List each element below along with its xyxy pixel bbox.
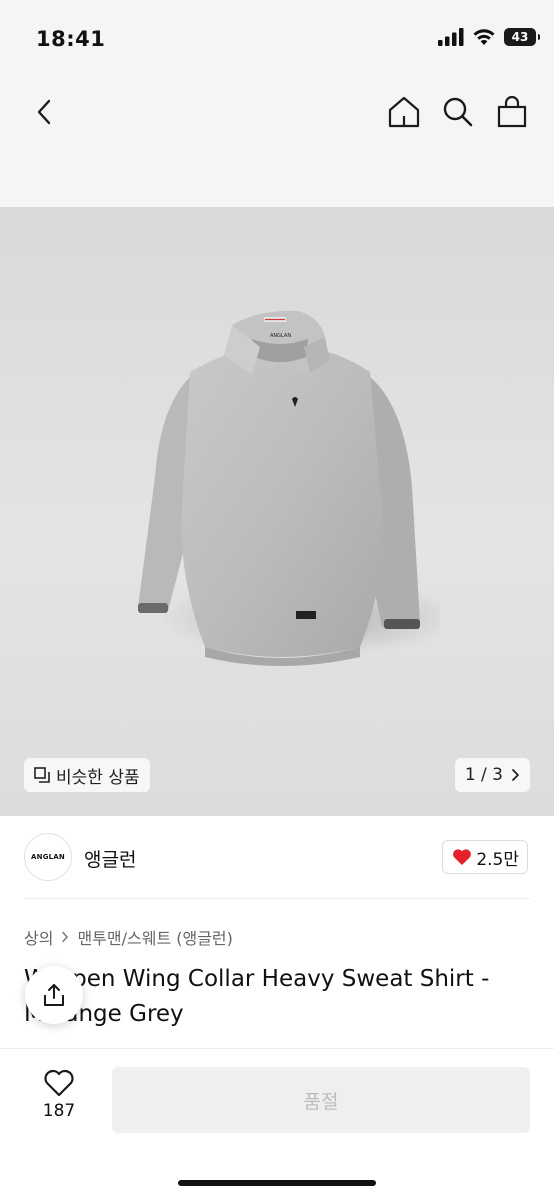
home-button[interactable] <box>384 92 424 132</box>
heart-outline-icon <box>44 1069 74 1097</box>
status-time: 18:41 <box>36 27 106 51</box>
share-icon <box>44 984 64 1006</box>
product-label-text: ANGLAN <box>270 333 291 339</box>
product-title: W Open Wing Collar Heavy Sweat Shirt - M… <box>24 966 490 1027</box>
heart-filled-icon <box>453 849 472 865</box>
battery-indicator: 43 <box>504 28 540 46</box>
sold-out-button[interactable]: 품절 <box>112 1067 530 1133</box>
signal-icon <box>438 28 464 46</box>
divider <box>24 898 530 899</box>
similar-items-label: 비슷한 상품 <box>56 767 140 788</box>
home-indicator <box>178 1180 376 1186</box>
status-icons: 43 <box>438 28 540 46</box>
share-button[interactable] <box>25 966 83 1024</box>
nav-bar <box>0 80 554 207</box>
brand-like-button[interactable]: 2.5만 <box>442 840 528 874</box>
shopping-bag-icon <box>497 96 527 128</box>
home-icon <box>388 96 420 128</box>
bottom-action-bar: 187 품절 <box>0 1048 554 1200</box>
wifi-icon <box>473 29 495 45</box>
chevron-right-icon <box>512 769 519 781</box>
product-image: ANGLAN <box>138 310 440 666</box>
brand-row[interactable]: ANGLAN 앵글런 2.5만 <box>0 816 554 900</box>
brand-logo[interactable]: ANGLAN <box>24 833 72 881</box>
breadcrumb-category[interactable]: 상의 <box>24 925 53 949</box>
brand-name[interactable]: 앵글런 <box>84 845 136 872</box>
chevron-right-icon <box>62 931 69 943</box>
cart-button[interactable] <box>492 92 532 132</box>
wishlist-count: 187 <box>42 1101 76 1121</box>
wishlist-button[interactable]: 187 <box>34 1069 84 1121</box>
image-page-indicator[interactable]: 1 / 3 <box>454 758 530 792</box>
breadcrumb-subcategory[interactable]: 맨투맨/스웨트 (앵글런) <box>77 925 232 949</box>
back-button[interactable] <box>26 94 62 130</box>
status-bar: 18:41 43 <box>0 0 554 80</box>
nav-actions <box>384 92 532 132</box>
page-indicator-text: 1 / 3 <box>464 765 503 785</box>
breadcrumb: 상의 맨투맨/스웨트 (앵글런) <box>24 925 233 949</box>
product-image-gallery[interactable]: ANGLAN 비슷한 상품 1 / 3 <box>0 207 554 816</box>
search-button[interactable] <box>438 92 478 132</box>
brand-like-count: 2.5만 <box>476 849 519 870</box>
chevron-left-icon <box>37 99 51 125</box>
similar-items-button[interactable]: 비슷한 상품 <box>24 758 150 792</box>
search-icon <box>443 97 473 127</box>
similar-items-icon <box>34 767 50 783</box>
